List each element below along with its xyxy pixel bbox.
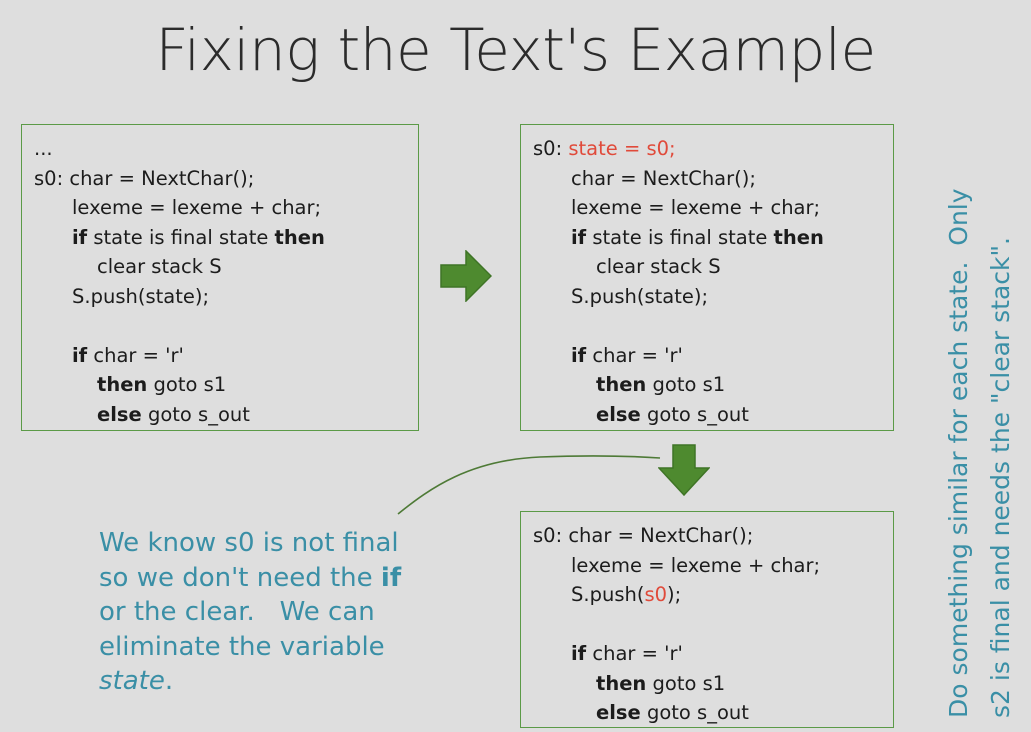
code-line: else goto s_out	[596, 701, 749, 724]
s0-highlight: s0	[644, 583, 668, 606]
code-line: if char = 'r'	[571, 642, 683, 665]
code-line: lexeme = lexeme + char;	[571, 553, 821, 577]
code-line: S.push(s0);	[571, 583, 682, 606]
code-line: then goto s1	[596, 671, 726, 695]
explanation-note: We know s0 is not final so we don't need…	[99, 528, 402, 696]
code-line: s0: char = NextChar();	[533, 524, 754, 547]
final-code-box: s0: char = NextChar(); lexeme = lexeme +…	[520, 511, 894, 728]
side-note: Do something similar for each state. Onl…	[944, 188, 1015, 718]
